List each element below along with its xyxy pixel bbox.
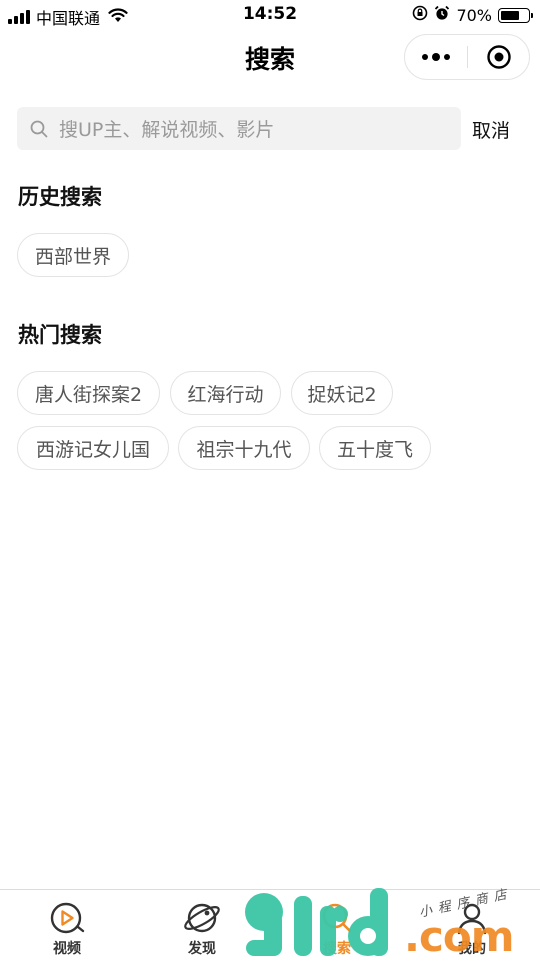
- search-tab-icon: [319, 900, 355, 936]
- more-dots-icon[interactable]: [405, 35, 467, 79]
- search-icon: [29, 119, 49, 139]
- hot-tag[interactable]: 红海行动: [170, 371, 281, 415]
- battery-icon: [498, 7, 533, 23]
- cancel-button[interactable]: 取消: [472, 116, 510, 143]
- battery-percent: 70%: [456, 5, 492, 25]
- video-play-icon: [48, 900, 86, 936]
- history-title: 历史搜索: [18, 185, 102, 209]
- miniprogram-capsule: [404, 34, 530, 80]
- planet-icon: [182, 900, 222, 936]
- tab-video[interactable]: 视频: [28, 890, 106, 961]
- battery-fill: [501, 10, 519, 20]
- hot-tag[interactable]: 西游记女儿国: [17, 426, 169, 470]
- history-tag[interactable]: 西部世界: [17, 233, 129, 277]
- status-right: 70%: [412, 5, 533, 25]
- tab-label: 发现: [188, 941, 216, 957]
- hot-tag[interactable]: 唐人街探案2: [17, 371, 160, 415]
- tab-label: 搜索: [323, 941, 351, 957]
- search-placeholder: 搜UP主、解说视频、影片: [59, 119, 275, 141]
- rotation-lock-icon: [412, 5, 428, 25]
- watermark-domain: .com: [404, 912, 514, 961]
- tab-label: 视频: [53, 941, 81, 957]
- miniprogram-close-icon[interactable]: [468, 35, 530, 79]
- status-bar: 中国联通 14:52 70%: [0, 0, 540, 30]
- tab-search[interactable]: 搜索: [298, 890, 376, 961]
- hot-tag[interactable]: 捉妖记2: [291, 371, 393, 415]
- tab-discover[interactable]: 发现: [163, 890, 241, 961]
- hot-title: 热门搜索: [18, 323, 102, 347]
- search-input[interactable]: 搜UP主、解说视频、影片: [17, 107, 461, 150]
- hot-tag[interactable]: 祖宗十九代: [178, 426, 310, 470]
- battery-tip: [531, 12, 533, 18]
- hot-tag[interactable]: 五十度飞: [319, 426, 431, 470]
- alarm-icon: [434, 5, 450, 25]
